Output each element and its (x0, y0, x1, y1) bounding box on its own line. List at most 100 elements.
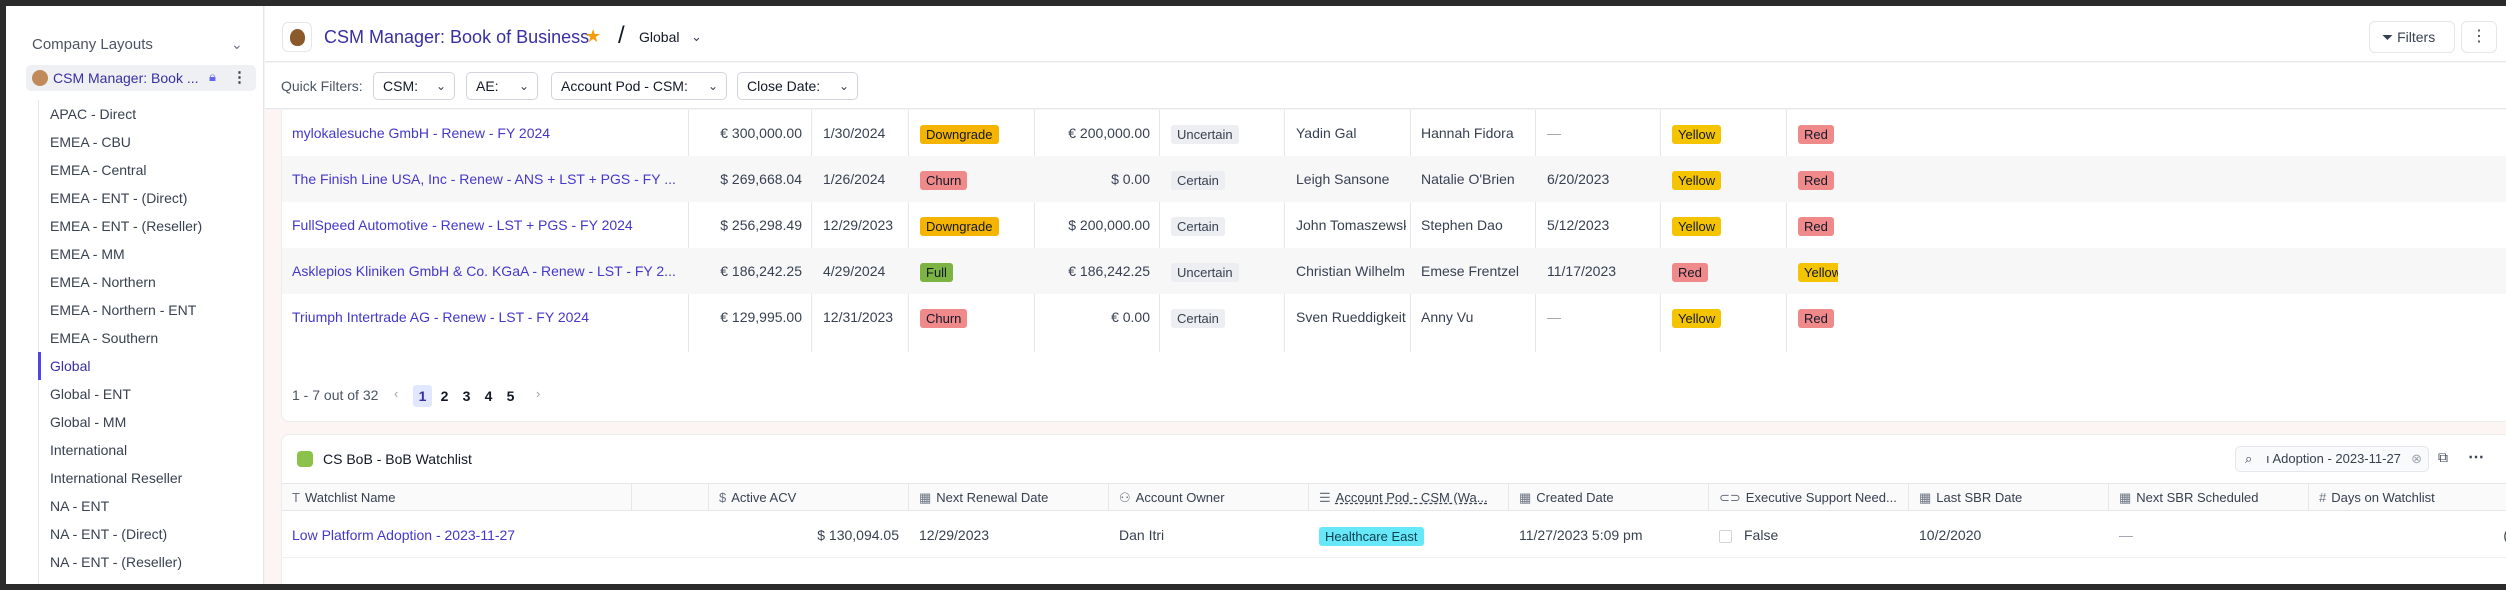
col-days-on-watchlist[interactable]: # Days on Watchlist (2309, 484, 2506, 511)
open-external-icon[interactable]: ⧉ (2438, 449, 2448, 466)
users-icon: ⚇ (1119, 490, 1131, 505)
page-button[interactable]: 4 (479, 385, 498, 407)
health-cell: Yellow (1672, 202, 1782, 248)
acv-cell: € 129,995.00 (720, 309, 802, 325)
column-label: Next SBR Scheduled (2136, 490, 2259, 505)
health-cell: Red (1798, 294, 1838, 340)
sidebar-item[interactable]: Global - ENT (39, 380, 248, 408)
sidebar-item[interactable]: International Reseller (39, 464, 248, 492)
health-badge: Red (1798, 308, 1834, 328)
calendar-icon: ▦ (2119, 490, 2132, 505)
renewal-type-badge: Downgrade (920, 216, 999, 236)
renewal-type-badge: Churn (920, 308, 968, 328)
breadcrumb-separator: / (618, 22, 625, 49)
col-watchlist-name[interactable]: T Watchlist Name (282, 484, 632, 511)
sidebar-item[interactable]: EMEA - Northern (39, 268, 248, 296)
renewals-table-card: mylokalesuche GmbH - Renew - FY 2024 € 3… (281, 110, 2506, 422)
acv-cell: $ 256,298.49 (720, 217, 802, 233)
chevron-down-icon[interactable]: ⌄ (231, 36, 243, 53)
opportunity-link[interactable]: Asklepios Kliniken GmbH & Co. KGaA - Ren… (292, 248, 682, 294)
last-contact-cell: — (1547, 125, 1561, 141)
renewal-type-badge: Full (920, 262, 953, 282)
col-active-acv[interactable]: $ Active ACV (709, 484, 909, 511)
csm-cell: Yadin Gal (1296, 125, 1357, 141)
filter-account-pod[interactable]: Account Pod - CSM: ⌄ (551, 72, 727, 100)
page-button[interactable]: 2 (435, 385, 454, 407)
sidebar-item[interactable]: EMEA - Central (39, 156, 248, 184)
acv-cell: € 300,000.00 (720, 125, 802, 141)
acv-cell: € 186,242.25 (720, 263, 802, 279)
opportunity-link[interactable]: The Finish Line USA, Inc - Renew - ANS +… (292, 156, 682, 202)
col-account-owner[interactable]: ⚇ Account Owner (1109, 484, 1309, 511)
table-row[interactable]: Asklepios Kliniken GmbH & Co. KGaA - Ren… (282, 248, 2506, 294)
lock-icon[interactable]: 🔒︎ (209, 69, 216, 85)
watchlist-search[interactable]: ⌕ ı Adoption - 2023-11-27 ⊗ (2235, 446, 2429, 472)
prev-page-icon[interactable]: ‹ (394, 386, 398, 401)
last-contact-cell: 11/17/2023 (1547, 263, 1617, 279)
health-badge: Yellow (1672, 170, 1722, 190)
current-layout[interactable]: CSM Manager: Book ... 🔒︎ ⋮ (26, 65, 256, 91)
more-vertical-icon[interactable]: ⋮ (232, 68, 247, 86)
col-account-pod[interactable]: ☰ Account Pod - CSM (Wa... (1309, 484, 1509, 511)
page-button[interactable]: 5 (501, 385, 520, 407)
sidebar-item[interactable]: Global - MM (39, 408, 248, 436)
col-executive-support[interactable]: ⊂⊃ Executive Support Need... (1709, 484, 1909, 511)
table-row[interactable]: mylokalesuche GmbH - Renew - FY 2024 € 3… (282, 110, 2506, 156)
opportunity-link[interactable]: mylokalesuche GmbH - Renew - FY 2024 (292, 110, 682, 156)
current-layout-label: CSM Manager: Book ... (53, 70, 199, 86)
health-cell: Yellow (1798, 248, 1838, 294)
search-icon: ⌕ (2245, 451, 2253, 466)
sidebar-item[interactable]: EMEA - CBU (39, 128, 248, 156)
sidebar-item[interactable]: EMEA - Southern (39, 324, 248, 352)
sidebar-item[interactable]: APAC - Direct (39, 100, 248, 128)
filter-close-date-label: Close Date: (747, 78, 821, 94)
table-row[interactable]: The Finish Line USA, Inc - Renew - ANS +… (282, 156, 2506, 202)
health-badge: Yellow (1798, 262, 1838, 282)
clear-icon[interactable]: ⊗ (2411, 447, 2422, 471)
col-created-date[interactable]: ▦ Created Date (1509, 484, 1709, 511)
page-title: CSM Manager: Book of Business (324, 27, 590, 47)
filter-ae[interactable]: AE: ⌄ (466, 72, 538, 100)
filter-close-date[interactable]: Close Date: ⌄ (737, 72, 858, 100)
table-row[interactable]: FullSpeed Automotive - Renew - LST + PGS… (282, 202, 2506, 248)
page-header: CSM Manager: Book of Business ★ / Global… (265, 6, 2506, 62)
page-button[interactable]: 1 (413, 385, 432, 407)
col-last-sbr-date[interactable]: ▦ Last SBR Date (1909, 484, 2109, 511)
col-next-renewal-date[interactable]: ▦ Next Renewal Date (909, 484, 1109, 511)
next-page-icon[interactable]: › (536, 386, 540, 401)
more-options-button[interactable]: ⋮ (2461, 21, 2497, 53)
ae-cell: Emese Frentzel (1421, 263, 1520, 279)
ae-cell: Natalie O'Brien (1421, 171, 1515, 187)
sidebar-item[interactable]: EMEA - ENT - (Direct) (39, 184, 248, 212)
sidebar-item[interactable]: NA - ENT (39, 492, 248, 520)
page-button[interactable]: 3 (457, 385, 476, 407)
table-row[interactable]: Triumph Intertrade AG - Renew - LST - FY… (282, 294, 2506, 340)
filters-label: Filters (2397, 29, 2436, 45)
scope-selector[interactable]: Global (639, 29, 679, 45)
sidebar-item[interactable]: NA - ENT - (Reseller) - P... (39, 576, 248, 584)
filter-csm[interactable]: CSM: ⌄ (373, 72, 455, 100)
star-icon[interactable]: ★ (585, 26, 601, 47)
forecast-cell: $ 0.00 (1111, 171, 1150, 187)
watchlist-row[interactable]: Low Platform Adoption - 2023-11-27 $ 130… (282, 512, 2506, 558)
health-badge: Yellow (1672, 216, 1722, 236)
renewal-type-cell: Churn (920, 294, 1030, 340)
opportunity-link[interactable]: Triumph Intertrade AG - Renew - LST - FY… (292, 294, 682, 340)
watchlist-name-link[interactable]: Low Platform Adoption - 2023-11-27 (282, 512, 632, 558)
checkbox[interactable] (1719, 529, 1732, 543)
sidebar-item[interactable]: EMEA - ENT - (Reseller) (39, 212, 248, 240)
sidebar-item[interactable]: NA - ENT - (Reseller) (39, 548, 248, 576)
health-cell: Red (1672, 248, 1782, 294)
opportunity-link[interactable]: FullSpeed Automotive - Renew - LST + PGS… (292, 202, 682, 248)
list-icon: ☰ (1319, 490, 1331, 505)
csm-cell: Sven Rueddigkeit (1296, 309, 1406, 325)
sidebar-item[interactable]: NA - ENT - (Direct) (39, 520, 248, 548)
more-horizontal-icon[interactable]: ⋯ (2468, 447, 2484, 467)
col-next-sbr-scheduled[interactable]: ▦ Next SBR Scheduled (2109, 484, 2309, 511)
sidebar-item[interactable]: EMEA - MM (39, 240, 248, 268)
sidebar-item[interactable]: EMEA - Northern - ENT (39, 296, 248, 324)
sidebar-item-active[interactable]: Global (38, 352, 248, 380)
sidebar-item[interactable]: International (39, 436, 248, 464)
filters-button[interactable]: ⏷ Filters (2369, 21, 2455, 53)
chevron-down-icon[interactable]: ⌄ (691, 29, 702, 45)
